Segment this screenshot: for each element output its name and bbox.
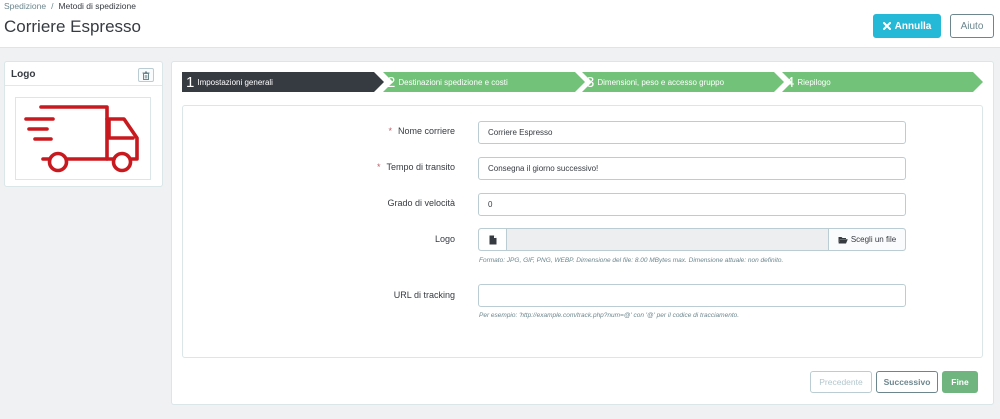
page-header: Spedizione / Metodi di spedizione Corriere… bbox=[0, 0, 1000, 48]
carrier-wizard-panel: 1 Impostazioni generali 2 Destinazioni s… bbox=[171, 61, 994, 405]
file-icon-box bbox=[479, 229, 507, 250]
previous-button[interactable]: Precedente bbox=[810, 371, 872, 393]
tracking-url-help-text: Per esempio: 'http://example.com/track.p… bbox=[479, 312, 740, 319]
breadcrumb: Spedizione / Metodi di spedizione bbox=[4, 1, 136, 11]
logo-file-input[interactable]: Scegli un file bbox=[478, 228, 906, 251]
wizard-step-3-number: 3 bbox=[586, 73, 595, 91]
folder-open-icon bbox=[838, 236, 848, 243]
wizard-step-2[interactable]: 2 Destinazioni spedizione e costi bbox=[383, 72, 585, 92]
wizard-step-4-number: 4 bbox=[786, 73, 795, 91]
wizard-step-3-label: Dimensioni, peso e accesso gruppo bbox=[597, 77, 725, 87]
logo-help-text: Formato: JPG, GIF, PNG, WEBP. Dimensione… bbox=[479, 257, 784, 264]
speed-grade-input[interactable]: 0 bbox=[478, 193, 906, 216]
required-mark: * bbox=[376, 162, 381, 172]
delete-logo-button[interactable] bbox=[138, 68, 154, 82]
logo-panel: Logo bbox=[4, 61, 163, 187]
logo-field-label: Logo bbox=[434, 234, 455, 244]
page-title: Corriere Espresso bbox=[4, 17, 141, 36]
breadcrumb-current[interactable]: Metodi di spedizione bbox=[58, 1, 136, 11]
choose-file-label: Scegli un file bbox=[850, 235, 897, 244]
transit-time-label: * Tempo di transito bbox=[376, 162, 455, 172]
carrier-name-input[interactable]: Corriere Espresso bbox=[478, 121, 906, 144]
logo-panel-header: Logo bbox=[5, 62, 162, 86]
wizard-step-3[interactable]: 3 Dimensioni, peso e accesso gruppo bbox=[582, 72, 784, 92]
wizard-step-1-number: 1 bbox=[186, 73, 195, 91]
cancel-button[interactable]: Annulla bbox=[873, 14, 941, 38]
help-button[interactable]: Aiuto bbox=[950, 14, 994, 38]
logo-panel-title: Logo bbox=[11, 69, 36, 80]
required-mark: * bbox=[388, 126, 392, 136]
speed-grade-label: Grado di velocità bbox=[387, 198, 455, 208]
carrier-logo-image bbox=[15, 97, 151, 180]
finish-button[interactable]: Fine bbox=[942, 371, 978, 393]
general-settings-form: * Nome corriere Corriere Espresso * Tempo … bbox=[182, 105, 983, 358]
transit-time-input[interactable]: Consegna il giorno successivo! bbox=[478, 157, 906, 180]
close-icon bbox=[882, 22, 891, 30]
next-button[interactable]: Successivo bbox=[876, 371, 938, 393]
wizard-step-2-number: 2 bbox=[387, 73, 396, 91]
wizard-step-1[interactable]: 1 Impostazioni generali bbox=[182, 72, 384, 92]
wizard-step-4[interactable]: 4 Riepilogo bbox=[782, 72, 983, 92]
tracking-url-label: URL di tracking bbox=[393, 290, 455, 300]
wizard-steps: 1 Impostazioni generali 2 Destinazioni s… bbox=[182, 72, 983, 92]
wizard-step-4-label: Riepilogo bbox=[797, 77, 831, 87]
delivery-truck-icon bbox=[24, 105, 139, 173]
choose-file-button[interactable]: Scegli un file bbox=[828, 229, 905, 250]
cancel-button-label: Annulla bbox=[894, 20, 932, 32]
file-icon bbox=[489, 235, 496, 244]
breadcrumb-parent[interactable]: Spedizione bbox=[4, 1, 46, 11]
carrier-name-label: * Nome corriere bbox=[388, 126, 455, 136]
tracking-url-input[interactable] bbox=[478, 284, 906, 307]
wizard-step-1-label: Impostazioni generali bbox=[197, 77, 273, 87]
breadcrumb-separator: / bbox=[51, 1, 54, 11]
wizard-step-2-label: Destinazioni spedizione e costi bbox=[398, 77, 508, 87]
trash-icon bbox=[142, 71, 150, 80]
